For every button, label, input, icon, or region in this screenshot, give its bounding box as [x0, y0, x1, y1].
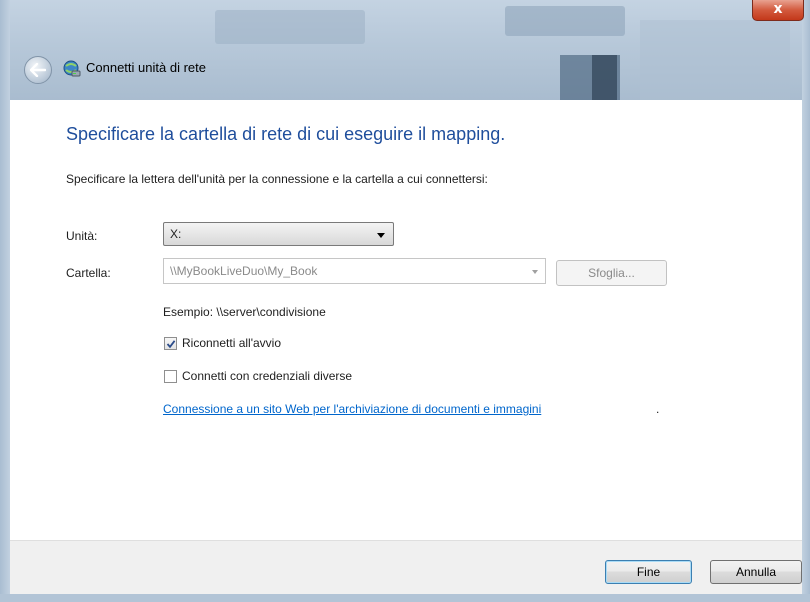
network-drive-icon [63, 60, 81, 77]
reconnect-checkbox[interactable] [164, 337, 177, 350]
cancel-button[interactable]: Annulla [710, 560, 802, 584]
page-title: Specificare la cartella di rete di cui e… [66, 124, 506, 144]
background-blur [640, 20, 790, 100]
folder-value: \\MyBookLiveDuo\My_Book [170, 264, 318, 278]
close-button[interactable]: x [752, 0, 804, 21]
background-blur [505, 6, 625, 36]
folder-input[interactable]: \\MyBookLiveDuo\My_Book [163, 258, 546, 284]
chevron-down-icon [377, 233, 385, 238]
background-blur [215, 10, 365, 44]
finish-button[interactable]: Fine [605, 560, 692, 584]
reconnect-label[interactable]: Riconnetti all'avvio [182, 336, 281, 350]
close-icon: x [773, 1, 783, 17]
dialog-content [10, 100, 802, 540]
chevron-down-icon[interactable] [532, 270, 538, 274]
window-border-bottom [0, 594, 810, 602]
drive-label: Unità: [66, 229, 98, 243]
checkmark-icon [166, 340, 176, 349]
instruction-text: Specificare la lettera dell'unità per la… [66, 172, 488, 186]
window-title-bar [0, 0, 810, 100]
drive-letter-select[interactable]: X: [163, 222, 394, 246]
drive-letter-value: X: [170, 227, 182, 241]
folder-label: Cartella: [66, 266, 111, 280]
example-text: Esempio: \\server\condivisione [163, 305, 326, 319]
window-border-left [0, 0, 10, 602]
back-arrow-icon [30, 63, 46, 77]
credentials-label[interactable]: Connetti con credenziali diverse [182, 369, 352, 383]
link-suffix: . [656, 402, 660, 416]
window-border-right [802, 0, 810, 602]
browse-button[interactable]: Sfoglia... [556, 260, 667, 286]
credentials-checkbox[interactable] [164, 370, 177, 383]
back-button[interactable] [24, 56, 52, 84]
web-storage-link[interactable]: Connessione a un sito Web per l'archivia… [163, 402, 541, 416]
background-blur [592, 55, 617, 100]
window-title: Connetti unità di rete [86, 60, 206, 75]
